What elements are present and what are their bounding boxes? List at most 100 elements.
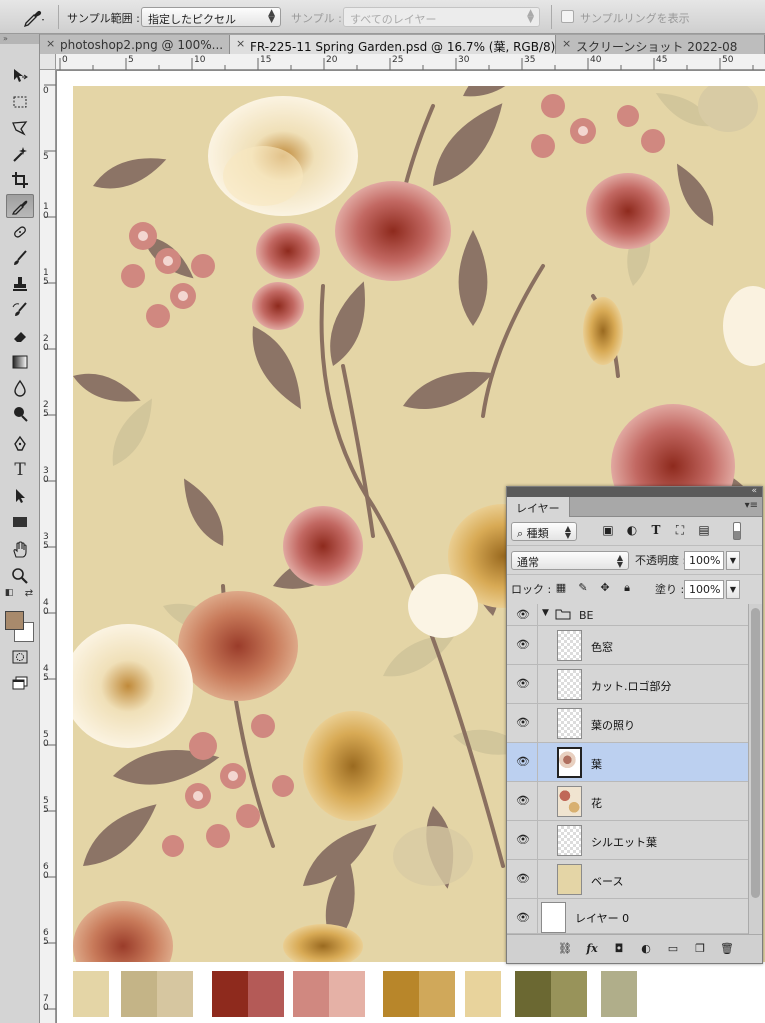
shape-layer-filter-icon[interactable]: ⛶: [673, 523, 687, 537]
eraser-tool-icon[interactable]: [6, 324, 34, 348]
clone-stamp-tool-icon[interactable]: [6, 272, 34, 296]
blur-tool-icon[interactable]: [6, 376, 34, 400]
eye-icon[interactable]: 👁︎: [515, 911, 531, 925]
type-tool-icon[interactable]: T: [6, 458, 34, 482]
magic-wand-tool-icon[interactable]: [6, 142, 34, 166]
eye-icon[interactable]: 👁︎: [515, 638, 531, 652]
spot-healing-brush-icon[interactable]: [6, 220, 34, 244]
disclosure-triangle-icon[interactable]: ▼: [542, 608, 549, 618]
layer-list-scrollbar[interactable]: [748, 604, 762, 934]
adjustment-layer-icon[interactable]: ◐: [638, 942, 654, 956]
path-selection-tool-icon[interactable]: [6, 484, 34, 508]
scrollbar-thumb[interactable]: [751, 608, 760, 898]
new-layer-icon[interactable]: ❐: [692, 942, 708, 956]
layer-row-selected[interactable]: 👁︎ 葉: [507, 743, 748, 782]
toolbox-grip[interactable]: »: [0, 34, 39, 44]
close-icon[interactable]: ×: [46, 37, 55, 50]
layer-row[interactable]: 👁︎ レイヤー 0: [507, 899, 748, 934]
lock-all-icon[interactable]: 🔒︎: [620, 581, 634, 595]
close-icon[interactable]: ×: [562, 37, 571, 50]
brush-tool-icon[interactable]: [6, 246, 34, 270]
zoom-tool-icon[interactable]: [6, 564, 34, 588]
swatch[interactable]: [465, 971, 501, 1017]
ruler-left[interactable]: 0 5 1 0 1 5 2 0 2 5 3 0 3 5 4 0 4 5 5 0 …: [40, 70, 56, 1023]
swatch[interactable]: [73, 971, 109, 1017]
panel-menu-icon[interactable]: ▾≡: [745, 500, 758, 511]
eye-icon[interactable]: 👁︎: [515, 755, 531, 769]
eye-icon[interactable]: 👁︎: [515, 833, 531, 847]
opacity-slider-toggle[interactable]: ▼: [726, 551, 740, 570]
quick-mask-icon[interactable]: [6, 645, 34, 669]
swap-colors-icon[interactable]: ⇄: [22, 586, 36, 600]
swatch[interactable]: [212, 971, 248, 1017]
swatch[interactable]: [157, 971, 193, 1017]
tab-spring-garden[interactable]: × FR-225-11 Spring Garden.psd @ 16.7% (葉…: [230, 35, 556, 54]
layer-row[interactable]: 👁︎ ベース: [507, 860, 748, 899]
gradient-tool-icon[interactable]: [6, 350, 34, 374]
layer-row[interactable]: 👁︎ シルエット葉: [507, 821, 748, 860]
eye-icon[interactable]: 👁︎: [515, 716, 531, 730]
opacity-input[interactable]: 100%: [684, 551, 724, 570]
swatch[interactable]: [248, 971, 284, 1017]
lasso-tool-icon[interactable]: [6, 116, 34, 140]
ruler-top[interactable]: 0 5 10 15 20 25 30 35 40 45 50: [56, 54, 765, 70]
pen-tool-icon[interactable]: [6, 432, 34, 456]
type-layer-filter-icon[interactable]: T: [649, 523, 663, 537]
eyedropper-tool-icon[interactable]: [6, 194, 34, 218]
ruler-origin[interactable]: [40, 54, 56, 70]
layer-row[interactable]: 👁︎ カット.ロゴ部分: [507, 665, 748, 704]
layer-group-be[interactable]: 👁︎ ▼ BE: [507, 604, 748, 626]
link-layers-icon[interactable]: ⛓︎: [557, 942, 573, 956]
swatch[interactable]: [383, 971, 419, 1017]
layer-row[interactable]: 👁︎ 色窓: [507, 626, 748, 665]
eye-icon[interactable]: 👁︎: [515, 872, 531, 886]
dodge-tool-icon[interactable]: [6, 402, 34, 426]
sample-size-select[interactable]: 指定したピクセル ▲ ▼: [141, 7, 281, 27]
filter-toggle-switch[interactable]: [733, 522, 741, 540]
tab-photoshop2[interactable]: × photoshop2.png @ 100%...: [40, 35, 230, 54]
eyedropper-tool-preset-icon[interactable]: [20, 6, 46, 28]
screen-mode-icon[interactable]: [6, 671, 34, 695]
swatch[interactable]: [601, 971, 637, 1017]
swatch[interactable]: [329, 971, 365, 1017]
add-layer-mask-icon[interactable]: ◘: [611, 942, 627, 956]
swatch[interactable]: [551, 971, 587, 1017]
sample-layers-select[interactable]: すべてのレイヤー ▲ ▼: [343, 7, 540, 27]
layer-row[interactable]: 👁︎ 花: [507, 782, 748, 821]
lock-image-pixels-icon[interactable]: ✎: [576, 581, 590, 595]
swatch[interactable]: [293, 971, 329, 1017]
eye-icon[interactable]: 👁︎: [515, 794, 531, 808]
default-colors-icon[interactable]: ◧: [2, 586, 16, 600]
layer-style-fx-icon[interactable]: fx: [584, 942, 600, 956]
pixel-layer-filter-icon[interactable]: ▣: [601, 523, 615, 537]
collapse-panel-icon[interactable]: «: [751, 486, 757, 496]
fill-input[interactable]: 100%: [684, 580, 724, 599]
eye-icon[interactable]: 👁︎: [515, 608, 531, 622]
marquee-tool-icon[interactable]: [6, 90, 34, 114]
crop-tool-icon[interactable]: [6, 168, 34, 192]
filter-kind-select[interactable]: ⌕ 種類 ▲ ▼: [511, 522, 577, 541]
new-group-icon[interactable]: ▭: [665, 942, 681, 956]
fill-slider-toggle[interactable]: ▼: [726, 580, 740, 599]
swatch[interactable]: [515, 971, 551, 1017]
smart-object-filter-icon[interactable]: ▤: [697, 523, 711, 537]
tab-screenshot[interactable]: × スクリーンショット 2022-08: [556, 35, 765, 54]
move-tool-icon[interactable]: [6, 64, 34, 88]
lock-transparent-pixels-icon[interactable]: ▦: [554, 581, 568, 595]
close-icon[interactable]: ×: [236, 37, 245, 50]
adjustment-layer-filter-icon[interactable]: ◐: [625, 523, 639, 537]
history-brush-tool-icon[interactable]: [6, 298, 34, 322]
show-sampling-ring-checkbox[interactable]: [561, 10, 574, 23]
hand-tool-icon[interactable]: [6, 538, 34, 562]
tab-layers[interactable]: レイヤー: [507, 497, 570, 517]
rectangle-tool-icon[interactable]: [6, 510, 34, 534]
lock-position-icon[interactable]: ✥: [598, 581, 612, 595]
foreground-color-swatch[interactable]: [5, 611, 24, 630]
trash-icon[interactable]: 🗑︎: [719, 942, 735, 956]
layer-row[interactable]: 👁︎ 葉の照り: [507, 704, 748, 743]
swatch[interactable]: [419, 971, 455, 1017]
eye-icon[interactable]: 👁︎: [515, 677, 531, 691]
swatch[interactable]: [121, 971, 157, 1017]
blend-mode-select[interactable]: 通常 ▲ ▼: [511, 551, 629, 570]
panel-titlebar[interactable]: «: [507, 486, 762, 497]
